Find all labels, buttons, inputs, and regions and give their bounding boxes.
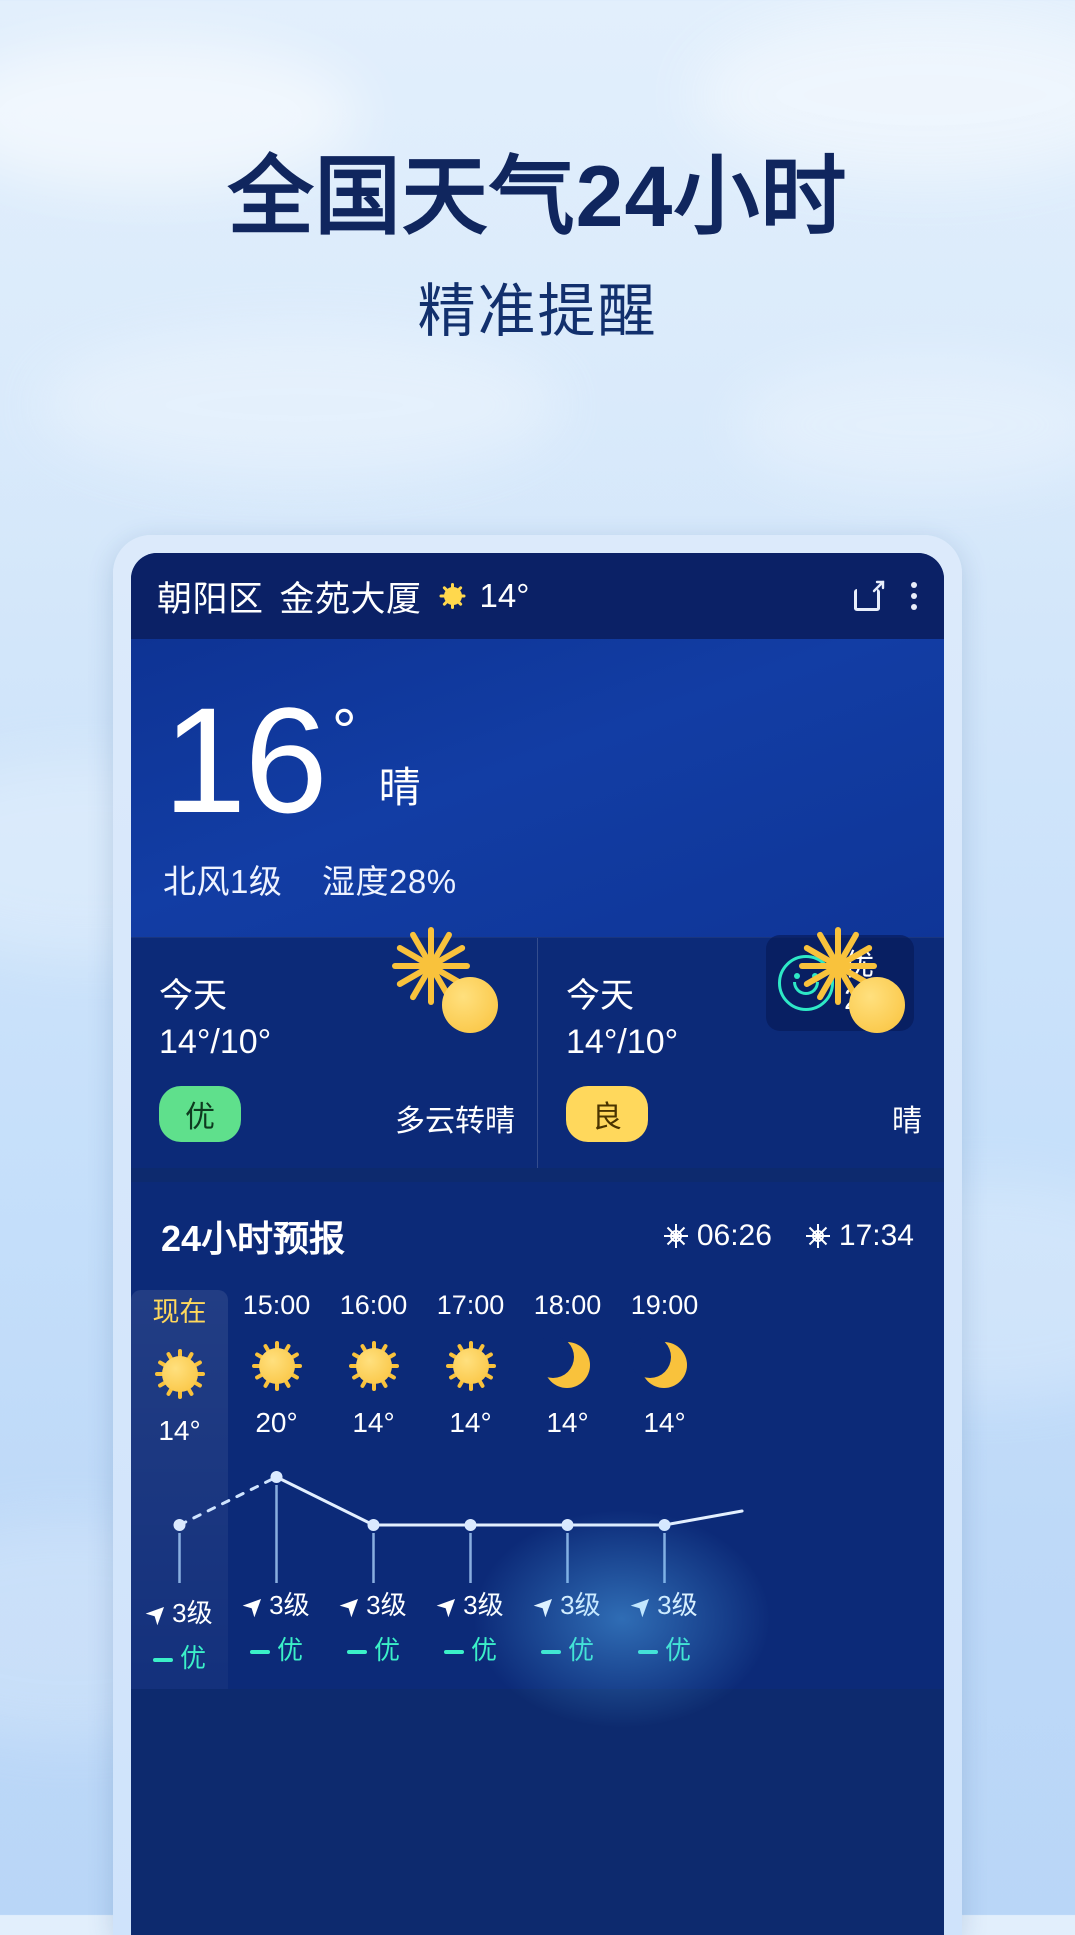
hourly-wind: ➤3级 <box>138 1594 213 1632</box>
hourly-column[interactable]: 16:00 14° ➤3级优 <box>325 1290 422 1689</box>
day-description: 多云转晴 <box>395 1105 515 1138</box>
day-card[interactable]: 今天 14°/10° 优 多云转晴 <box>131 927 537 1168</box>
hourly-time: 15:00 <box>242 1290 311 1320</box>
hourly-wind: ➤3级 <box>332 1586 407 1624</box>
sunrise-group: 06:26 <box>663 1219 772 1253</box>
hourly-graph-cell <box>131 1451 228 1587</box>
hourly-temperature: 14° <box>158 1415 201 1446</box>
hourly-graph-cell <box>616 1443 713 1579</box>
hero-section: 全国天气24小时 精准提醒 <box>0 0 1075 348</box>
hourly-wind: ➤3级 <box>526 1586 601 1624</box>
app-header: 朝阳区 金苑大厦 14° <box>131 553 944 639</box>
hourly-title: 24小时预报 <box>161 1218 346 1259</box>
hourly-icon-wrap <box>519 1333 616 1399</box>
hourly-temperature: 14° <box>546 1407 589 1438</box>
hourly-graph-cell <box>422 1443 519 1579</box>
day-forecast-row: 今天 14°/10° 优 多云转晴 今天 14°/10° 良 晴 <box>131 927 944 1168</box>
share-icon[interactable] <box>854 580 885 611</box>
wind-info: 北风1级 <box>163 863 283 900</box>
current-condition: 晴 <box>378 764 421 811</box>
page-title: 全国天气24小时 <box>227 149 848 245</box>
degree-symbol: ° <box>331 697 357 766</box>
hourly-icon-wrap <box>228 1333 325 1399</box>
hourly-aqi: 优 <box>131 1638 228 1675</box>
sun-icon <box>348 1341 399 1391</box>
wind-arrow-icon: ➤ <box>429 1586 467 1624</box>
phone-mockup: 朝阳区 金苑大厦 14° 16 ° 晴 北风1级 湿度28% 今天 14°/10… <box>113 535 962 1935</box>
hourly-column[interactable]: 18:00 14° ➤3级优 <box>519 1290 616 1689</box>
hourly-icon-wrap <box>422 1333 519 1399</box>
hourly-wind: ➤3级 <box>429 1586 504 1624</box>
hourly-icon-wrap <box>616 1333 713 1399</box>
sunset-icon <box>805 1224 830 1248</box>
wind-arrow-icon: ➤ <box>526 1586 564 1624</box>
hourly-graph-cell <box>228 1443 325 1579</box>
sunset-group: 17:34 <box>805 1219 914 1253</box>
current-meta: 北风1级 湿度28% <box>163 855 912 903</box>
hourly-temperature: 14° <box>352 1407 395 1438</box>
location-place[interactable]: 金苑大厦 <box>280 571 422 622</box>
more-vertical-icon[interactable] <box>910 582 918 610</box>
hourly-aqi: 优 <box>325 1630 422 1667</box>
hourly-temperature: 14° <box>449 1407 492 1438</box>
hourly-temperature: 14° <box>643 1407 686 1438</box>
day-aqi-pill: 良 <box>566 1086 648 1142</box>
hourly-time: 16:00 <box>339 1290 408 1320</box>
wind-arrow-icon: ➤ <box>235 1586 273 1624</box>
hourly-icon-wrap <box>131 1341 228 1407</box>
hourly-graph-cell <box>519 1443 616 1579</box>
current-temperature: 16 <box>163 676 328 844</box>
hourly-aqi: 优 <box>422 1630 519 1667</box>
hourly-column[interactable]: 15:00 20° ➤3级优 <box>228 1290 325 1689</box>
hourly-aqi: 优 <box>228 1630 325 1667</box>
sunrise-icon <box>663 1224 688 1248</box>
day-description: 晴 <box>892 1105 922 1138</box>
hourly-forecast-section: 24小时预报 06:26 17:34 现在 14° ➤3级 优 15:00 20… <box>131 1182 944 1729</box>
humidity-info: 湿度28% <box>322 863 457 900</box>
day-card[interactable]: 今天 14°/10° 良 晴 <box>537 927 944 1168</box>
hourly-column[interactable]: 现在 14° ➤3级优 <box>131 1290 228 1689</box>
sunrise-time: 06:26 <box>696 1219 772 1252</box>
hourly-wind: ➤3级 <box>235 1586 310 1624</box>
hourly-column[interactable]: 19:00 14° ➤3级优 <box>616 1290 713 1689</box>
cloud-decoration <box>40 330 560 480</box>
hourly-time: 18:00 <box>533 1290 602 1320</box>
sunset-time: 17:34 <box>838 1219 914 1252</box>
page-subtitle: 精准提醒 <box>417 279 658 345</box>
location-district[interactable]: 朝阳区 <box>157 571 264 622</box>
current-temp-row: 16 ° 晴 <box>163 676 912 844</box>
app-screen: 朝阳区 金苑大厦 14° 16 ° 晴 北风1级 湿度28% 今天 14°/10… <box>131 553 944 1935</box>
header-actions <box>854 580 918 611</box>
sun-icon <box>251 1341 302 1391</box>
current-weather-panel: 16 ° 晴 北风1级 湿度28% 优 25 <box>131 639 944 1031</box>
cloud-decoration <box>735 360 1075 490</box>
sun-icon <box>439 583 466 609</box>
hourly-time: 19:00 <box>630 1290 699 1320</box>
hourly-aqi: 优 <box>616 1630 713 1667</box>
hourly-aqi: 优 <box>519 1630 616 1667</box>
hourly-scroll[interactable]: 现在 14° ➤3级优 15:00 20° ➤3级优 16:00 14° ➤3级优 17:00 14… <box>131 1290 944 1689</box>
hourly-icon-wrap <box>325 1333 422 1399</box>
hourly-header: 24小时预报 06:26 17:34 <box>131 1210 944 1262</box>
wind-arrow-icon: ➤ <box>138 1594 176 1632</box>
wind-arrow-icon: ➤ <box>332 1586 370 1624</box>
sun-icon <box>445 1341 496 1391</box>
header-temperature: 14° <box>479 577 530 614</box>
day-aqi-pill: 优 <box>159 1086 241 1142</box>
sun-icon <box>154 1349 205 1399</box>
moon-icon <box>531 1336 592 1390</box>
wind-arrow-icon: ➤ <box>623 1586 661 1624</box>
hourly-graph-cell <box>325 1443 422 1579</box>
sun-times: 06:26 17:34 <box>663 1219 914 1253</box>
hourly-time: 现在 <box>152 1297 207 1327</box>
hourly-temperature: 20° <box>255 1407 298 1438</box>
hourly-wind: ➤3级 <box>623 1586 698 1624</box>
hourly-time: 17:00 <box>436 1290 505 1320</box>
moon-icon <box>628 1336 689 1390</box>
hourly-column[interactable]: 17:00 14° ➤3级优 <box>422 1290 519 1689</box>
